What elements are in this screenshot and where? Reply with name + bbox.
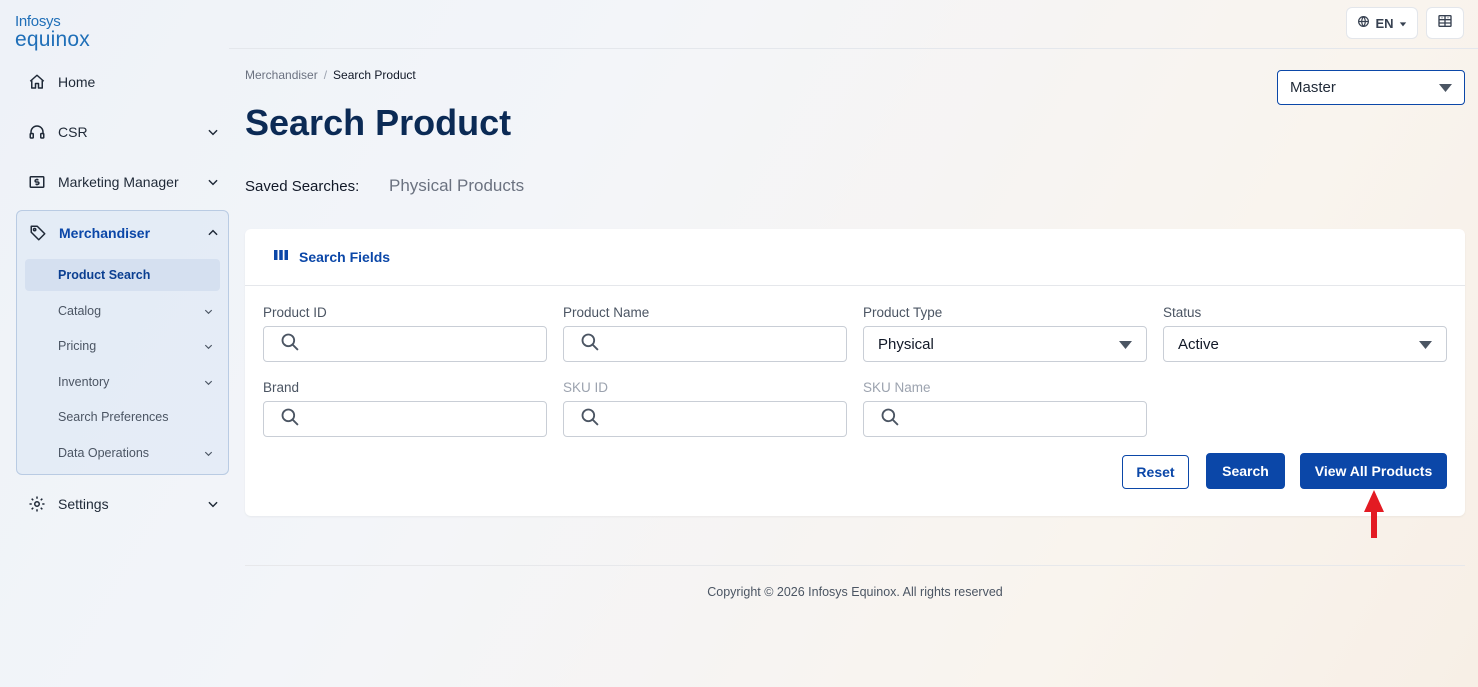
- search-icon: [580, 332, 600, 357]
- language-selector[interactable]: EN: [1346, 7, 1418, 39]
- sidebar-item-marketing-manager[interactable]: Marketing Manager: [16, 162, 228, 202]
- reset-button[interactable]: Reset: [1122, 455, 1189, 489]
- sku-id-input[interactable]: [610, 404, 846, 434]
- chevron-down-icon: [198, 175, 228, 189]
- sidebar-item-csr[interactable]: CSR: [16, 112, 228, 152]
- sidebar-item-label: Settings: [58, 496, 109, 512]
- breadcrumb-current: Search Product: [333, 68, 416, 82]
- footer-copyright: Copyright © 2026 Infosys Equinox. All ri…: [707, 585, 1003, 599]
- sidebar-subitem-label: Inventory: [58, 375, 110, 389]
- search-fields-card: Search Fields Product ID Product Name Pr…: [245, 229, 1465, 516]
- sku-name-input[interactable]: [910, 404, 1146, 434]
- language-label: EN: [1375, 15, 1394, 31]
- globe-icon: [1357, 15, 1370, 31]
- catalog-select[interactable]: Master: [1277, 70, 1465, 105]
- view-all-products-button[interactable]: View All Products: [1300, 453, 1447, 489]
- chevron-down-icon: [196, 306, 220, 317]
- sidebar-group-merchandiser: Merchandiser Product Search Catalog Pric…: [16, 210, 229, 475]
- sidebar-item-home[interactable]: Home: [16, 62, 228, 102]
- annotation-arrow-icon: [1364, 490, 1384, 538]
- store-switcher-button[interactable]: [1426, 7, 1464, 39]
- header-divider: [229, 48, 1478, 49]
- status-label: Status: [1163, 305, 1202, 320]
- product-id-input[interactable]: [310, 329, 546, 359]
- sidebar-subitem-pricing[interactable]: Pricing: [25, 330, 220, 362]
- brand-input[interactable]: [310, 404, 546, 434]
- sidebar-item-merchandiser[interactable]: Merchandiser: [17, 213, 228, 253]
- sku-name-field[interactable]: [863, 401, 1147, 437]
- breadcrumb-separator: /: [323, 68, 328, 82]
- status-select[interactable]: Active: [1163, 326, 1447, 362]
- search-icon: [280, 407, 300, 432]
- sidebar-item-settings[interactable]: Settings: [16, 484, 228, 524]
- brand-label: Brand: [263, 380, 300, 395]
- search-icon: [280, 332, 300, 357]
- building-icon: [1437, 13, 1453, 34]
- chevron-down-icon: [198, 497, 228, 511]
- sidebar-subitem-data-operations[interactable]: Data Operations: [25, 437, 220, 469]
- sidebar-item-label: CSR: [58, 124, 88, 140]
- headset-icon: [16, 123, 58, 141]
- search-fields-title: Search Fields: [299, 249, 391, 265]
- sidebar-subitem-label: Catalog: [58, 304, 102, 318]
- breadcrumb-parent[interactable]: Merchandiser: [245, 68, 318, 82]
- sidebar-subitem-product-search[interactable]: Product Search: [25, 259, 220, 291]
- sidebar-subitem-catalog[interactable]: Catalog: [25, 295, 220, 327]
- dollar-bill-icon: [16, 173, 58, 191]
- product-name-input[interactable]: [610, 329, 846, 359]
- footer-divider: [245, 565, 1465, 566]
- search-fields-header: Search Fields: [245, 229, 1465, 286]
- chevron-up-icon: [198, 226, 228, 240]
- sidebar-subitem-label: Product Search: [58, 268, 151, 282]
- chevron-down-icon: [196, 448, 220, 459]
- sidebar-subitem-search-preferences[interactable]: Search Preferences: [25, 401, 220, 433]
- product-type-label: Product Type: [863, 305, 943, 320]
- columns-icon: [273, 248, 289, 266]
- sidebar-subitem-label: Search Preferences: [58, 410, 169, 424]
- sku-id-field[interactable]: [563, 401, 847, 437]
- saved-search-physical-products[interactable]: Physical Products: [389, 176, 524, 196]
- product-id-label: Product ID: [263, 305, 327, 320]
- sidebar-item-label: Merchandiser: [59, 225, 151, 241]
- sidebar-item-label: Home: [58, 74, 96, 90]
- product-type-select[interactable]: Physical: [863, 326, 1147, 362]
- brand-logo-line2: equinox: [15, 28, 90, 51]
- sidebar-subitem-inventory[interactable]: Inventory: [25, 366, 220, 398]
- caret-down-icon: [1439, 79, 1452, 96]
- search-icon: [880, 407, 900, 432]
- chevron-down-icon: [198, 125, 228, 139]
- search-button[interactable]: Search: [1206, 453, 1285, 489]
- sku-name-label: SKU Name: [863, 380, 931, 395]
- caret-down-icon: [1119, 336, 1132, 353]
- catalog-select-value: Master: [1290, 79, 1336, 96]
- caret-down-icon: [1419, 336, 1432, 353]
- brand-logo[interactable]: Infosys equinox: [15, 14, 90, 51]
- chevron-down-icon: [196, 341, 220, 352]
- gear-icon: [16, 495, 58, 513]
- product-name-field[interactable]: [563, 326, 847, 362]
- tag-icon: [17, 224, 59, 242]
- sidebar-item-label: Marketing Manager: [58, 174, 179, 190]
- breadcrumb: Merchandiser / Search Product: [245, 68, 416, 82]
- chevron-down-icon: [196, 377, 220, 388]
- status-value: Active: [1178, 335, 1219, 353]
- brand-field[interactable]: [263, 401, 547, 437]
- sku-id-label: SKU ID: [563, 380, 609, 395]
- sidebar-subitem-label: Pricing: [58, 339, 97, 353]
- caret-down-icon: [1399, 16, 1407, 31]
- saved-searches-label: Saved Searches:: [245, 178, 360, 195]
- sidebar-subitem-label: Data Operations: [58, 446, 150, 460]
- product-type-value: Physical: [878, 335, 934, 353]
- search-icon: [580, 407, 600, 432]
- product-id-field[interactable]: [263, 326, 547, 362]
- page-title: Search Product: [245, 102, 512, 143]
- product-name-label: Product Name: [563, 305, 650, 320]
- home-icon: [16, 73, 58, 91]
